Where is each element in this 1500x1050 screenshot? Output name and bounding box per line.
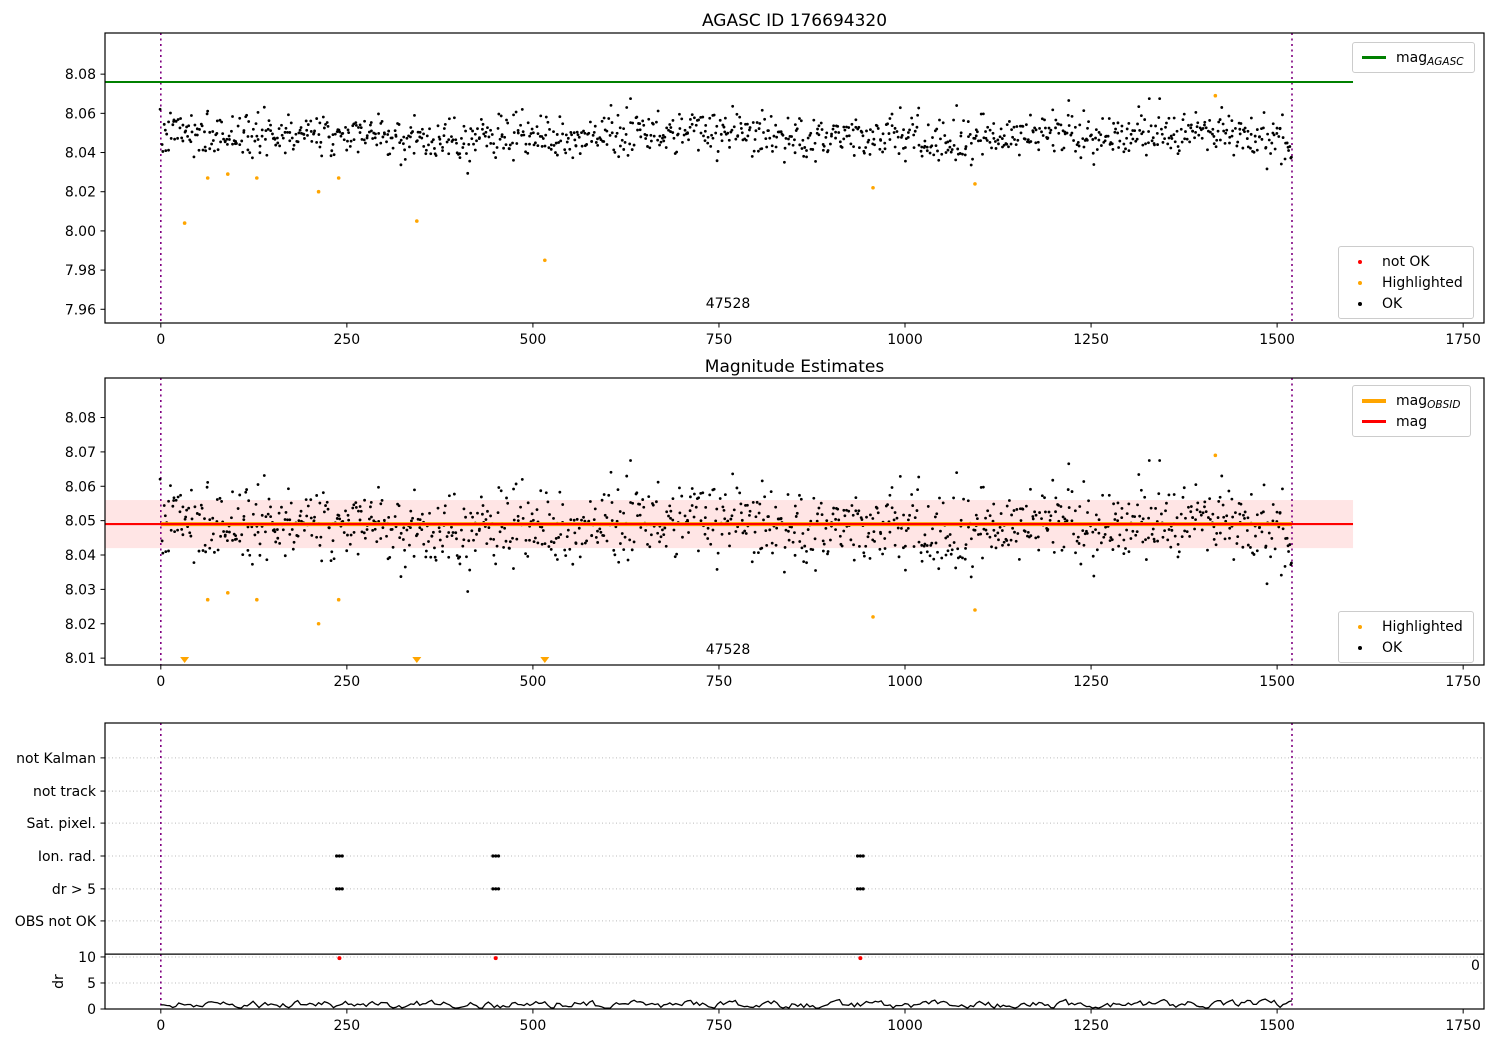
x-tick-label: 1250: [1073, 1018, 1109, 1034]
legend-label: mag: [1396, 413, 1428, 430]
y-tick-label: 8.02: [65, 617, 96, 633]
legend-dot-marker: [1347, 301, 1373, 306]
top-obsid-annotation: 47528: [705, 296, 751, 312]
x-tick-label: 500: [520, 674, 547, 690]
flags-dr-panel: not Kalman not track Sat. pixel. Ion. rad. d…: [15, 722, 1485, 1034]
x-tick-label: 250: [333, 1018, 360, 1034]
middle-obsid-annotation: 47528: [705, 642, 751, 658]
panel-frame: [104, 722, 1485, 1010]
legend-dot-marker: [1347, 645, 1373, 650]
x-tick-label: 250: [333, 332, 360, 348]
flag-row-label: Ion. rad.: [38, 849, 96, 865]
y-tick-label: 7.98: [65, 263, 96, 279]
legend-entry: OK: [1347, 293, 1463, 314]
dr-axis-label: dr: [51, 974, 67, 989]
legend-line-marker: [1361, 398, 1387, 403]
legend-label-subscript: AGASC: [1427, 55, 1464, 68]
legend-label-subscript: OBSID: [1427, 398, 1461, 411]
y-tick-label: 8.06: [65, 479, 96, 495]
y-tick-label: 7.96: [65, 302, 96, 318]
x-tick-label: 500: [520, 332, 547, 348]
legend-entry: Highlighted: [1347, 272, 1463, 293]
legend-top-status: not OK Highlighted OK: [1338, 246, 1474, 319]
offscale-low-marker: [180, 657, 190, 663]
x-tick-label: 0: [156, 332, 165, 348]
offscale-low-marker: [412, 657, 422, 663]
legend-label: Highlighted: [1382, 618, 1463, 635]
y-tick-label: 8.00: [65, 224, 96, 240]
legend-dot-marker: [1347, 624, 1373, 629]
legend-label: not OK: [1382, 253, 1430, 270]
y-tick-label: 8.03: [65, 582, 96, 598]
y-tick-label: 8.04: [65, 146, 96, 162]
legend-entry: magOBSID: [1361, 390, 1460, 411]
y-tick-label: 8.06: [65, 106, 96, 122]
dr-tick-label: 5: [87, 976, 96, 992]
panel-frame: [104, 32, 1485, 324]
x-tick-label: 750: [706, 332, 733, 348]
highlighted-scatter: [182, 93, 1218, 263]
y-tick-label: 8.02: [65, 185, 96, 201]
x-tick-label: 0: [156, 1018, 165, 1034]
legend-dot-marker: [1347, 280, 1373, 285]
flag-row-label: Sat. pixel.: [27, 816, 96, 832]
legend-label: magAGASC: [1396, 49, 1464, 68]
legend-mid-status: Highlighted OK: [1338, 611, 1474, 663]
x-tick-label: 1750: [1445, 674, 1481, 690]
y-tick-label: 8.08: [65, 67, 96, 83]
top-panel-title: AGASC ID 176694320: [701, 11, 888, 31]
x-tick-label: 250: [333, 674, 360, 690]
y-tick-label: 8.07: [65, 445, 96, 461]
legend-mid-lines: magOBSID mag: [1352, 385, 1472, 437]
legend-entry: not OK: [1347, 251, 1463, 272]
highlighted-scatter: [180, 453, 1218, 663]
x-tick-label: 1000: [887, 674, 923, 690]
x-tick-label: 1000: [887, 1018, 923, 1034]
dr-tick-label: 10: [78, 950, 96, 966]
x-tick-label: 1500: [1259, 674, 1295, 690]
x-tick-label: 1750: [1445, 332, 1481, 348]
x-tick-label: 1000: [887, 332, 923, 348]
x-tick-label: 500: [520, 1018, 547, 1034]
flag-row-label: dr > 5: [52, 882, 96, 898]
legend-dot-marker: [1347, 259, 1373, 264]
legend-entry: magAGASC: [1361, 47, 1464, 68]
offscale-low-marker: [540, 657, 550, 663]
dr-trace: [160, 998, 1293, 1009]
flag-event-markers: [335, 854, 865, 891]
x-tick-label: 1250: [1073, 332, 1109, 348]
legend-top-agasc: magAGASC: [1352, 42, 1475, 73]
x-tick-label: 750: [706, 1018, 733, 1034]
legend-entry: mag: [1361, 411, 1460, 432]
x-tick-label: 0: [156, 674, 165, 690]
x-tick-label: 1500: [1259, 1018, 1295, 1034]
figure: 7.96 7.98 8.00 8.02 8.04 8.06 8.08 0 250 500 750 10…: [0, 0, 1500, 1050]
ok-scatter: [158, 97, 1293, 175]
x-tick-label: 1500: [1259, 332, 1295, 348]
x-tick-label: 1750: [1445, 1018, 1481, 1034]
dr-tick-label: 0: [87, 1002, 96, 1018]
legend-entry: Highlighted: [1347, 616, 1463, 637]
legend-entry: OK: [1347, 637, 1463, 658]
y-tick-label: 8.05: [65, 514, 96, 530]
legend-label: Highlighted: [1382, 274, 1463, 291]
legend-label: OK: [1382, 639, 1403, 656]
y-tick-label: 8.04: [65, 548, 96, 564]
legend-line-marker: [1361, 56, 1387, 59]
legend-label: OK: [1382, 295, 1403, 312]
flag-row-label: OBS not OK: [15, 914, 97, 930]
middle-panel-title: Magnitude Estimates: [704, 357, 885, 377]
x-tick-label: 1250: [1073, 674, 1109, 690]
x-tick-label: 750: [706, 674, 733, 690]
legend-label: magOBSID: [1396, 392, 1461, 411]
right-clipped-tick-label: 0: [1471, 958, 1480, 974]
flag-row-label: not Kalman: [16, 751, 96, 767]
flag-row-label: not track: [33, 784, 97, 800]
dr-outlier-markers: [337, 956, 863, 961]
y-tick-label: 8.08: [65, 411, 96, 427]
figure-svg: 7.967.988.008.028.048.068.080 250 500 750 10…: [15, 32, 1485, 1034]
y-tick-label: 8.01: [65, 651, 96, 667]
legend-line-marker: [1361, 420, 1387, 423]
